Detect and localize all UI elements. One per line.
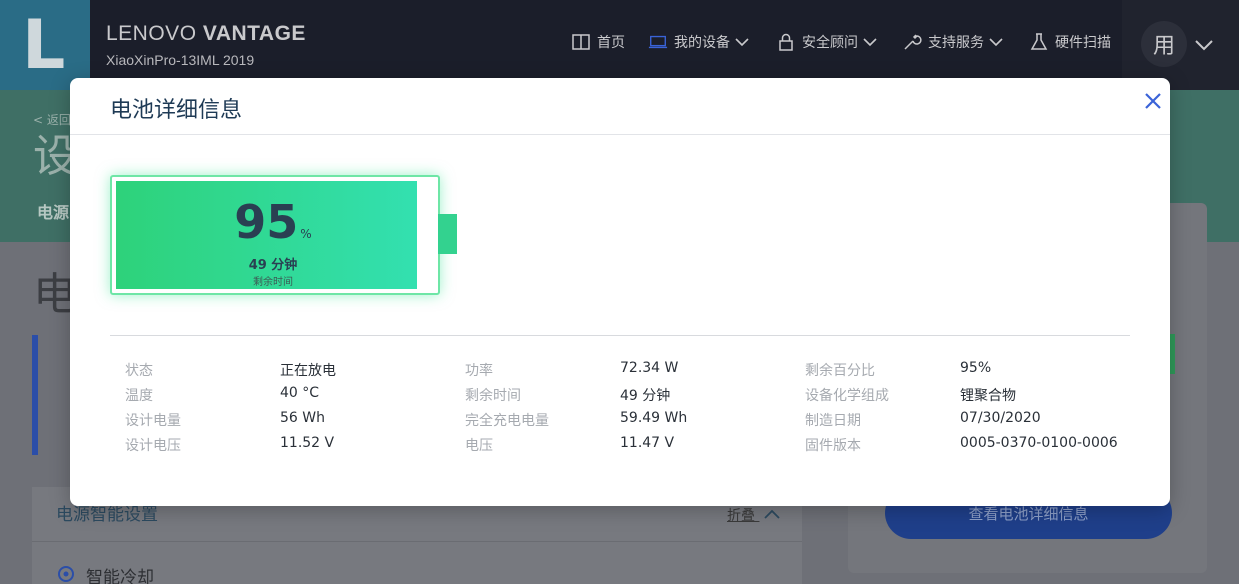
spec-value-full-charge-capacity: 59.49 Wh	[620, 410, 688, 426]
brand-bold: VANTAGE	[202, 22, 306, 45]
chevron-down-icon	[735, 38, 749, 47]
spec-value-manufacture-date: 07/30/2020	[960, 410, 1041, 426]
battery-remaining-label: 剩余时间	[253, 277, 293, 288]
logo-letter: L	[22, 6, 66, 85]
nav-support-label: 支持服务	[928, 35, 984, 51]
battery-percent-unit: %	[300, 227, 312, 241]
nav-my-device[interactable]: 我的设备	[648, 32, 750, 52]
back-link[interactable]: < 返回	[33, 111, 71, 128]
close-icon[interactable]	[1142, 90, 1164, 112]
spec-label-chemistry: 设备化学组成	[805, 388, 889, 404]
info-accent-bar	[32, 335, 38, 455]
spec-label-status: 状态	[125, 363, 153, 379]
spec-value-power: 72.34 W	[620, 360, 679, 376]
nav-my-device-label: 我的设备	[674, 35, 730, 51]
spec-value-design-capacity: 56 Wh	[280, 410, 325, 426]
intelligent-cooling-label: 智能冷却	[86, 568, 154, 584]
card-divider	[32, 541, 802, 542]
nav-support[interactable]: 支持服务	[902, 32, 1004, 52]
battery-graphic: 95% 49 分钟 剩余时间	[110, 175, 440, 295]
spec-label-remaining-time: 剩余时间	[465, 388, 521, 404]
spec-value-chemistry: 锂聚合物	[960, 388, 1016, 404]
spec-value-remaining-time: 49 分钟	[620, 388, 671, 404]
nav-hardware-scan-label: 硬件扫描	[1055, 35, 1111, 51]
battery-percent: 95%	[112, 195, 434, 249]
battery-details-dialog: 电池详细信息 95% 49 分钟 剩余时间 状态 正在放电 功率 72.34 W…	[70, 78, 1170, 506]
wrench-icon	[904, 34, 922, 50]
brand-title: LENOVO VANTAGE	[106, 22, 306, 46]
spec-value-remaining-percent: 95%	[960, 360, 992, 376]
battery-percent-value: 95	[234, 195, 299, 249]
spec-value-voltage: 11.47 V	[620, 435, 675, 451]
spec-label-temperature: 温度	[125, 388, 153, 404]
avatar[interactable]: 用	[1141, 21, 1187, 67]
book-icon	[572, 34, 590, 50]
specs-divider	[110, 335, 1130, 336]
spec-value-design-voltage: 11.52 V	[280, 435, 335, 451]
brand-light: LENOVO	[106, 22, 197, 45]
app-logo[interactable]: L	[0, 0, 90, 90]
nav-home-label: 首页	[597, 35, 625, 51]
fold-label: 折叠	[727, 508, 755, 524]
spec-value-temperature: 40 °C	[280, 385, 320, 401]
nav-home[interactable]: 首页	[571, 32, 625, 52]
fold-link[interactable]: 折叠	[727, 505, 781, 525]
dialog-header-divider	[70, 134, 1170, 135]
chevron-down-icon[interactable]	[1193, 38, 1215, 52]
spec-label-design-capacity: 设计电量	[125, 413, 181, 429]
battery-terminal	[438, 214, 457, 254]
spec-value-status: 正在放电	[280, 363, 336, 379]
spec-label-remaining-percent: 剩余百分比	[805, 363, 875, 379]
spec-value-firmware-version: 0005-0370-0100-0006	[960, 435, 1118, 451]
nav-security[interactable]: 安全顾问	[776, 32, 878, 52]
nav-security-label: 安全顾问	[802, 35, 858, 51]
flask-icon	[1030, 33, 1048, 50]
hero-tab[interactable]: 电源	[37, 199, 69, 223]
spec-label-manufacture-date: 制造日期	[805, 413, 861, 429]
chevron-up-icon	[764, 509, 781, 519]
dialog-title: 电池详细信息	[110, 98, 243, 123]
cooling-icon	[58, 566, 74, 582]
spec-label-power: 功率	[465, 363, 493, 379]
spec-label-firmware-version: 固件版本	[805, 438, 861, 454]
device-model: XiaoXinPro-13IML 2019	[106, 52, 255, 68]
spec-label-design-voltage: 设计电压	[125, 438, 181, 454]
spec-label-voltage: 电压	[465, 438, 493, 454]
nav-hardware-scan[interactable]: 硬件扫描	[1029, 32, 1111, 52]
lock-icon	[779, 33, 793, 51]
chevron-down-icon	[989, 38, 1003, 47]
battery-remaining-time: 49 分钟	[248, 258, 298, 273]
chevron-down-icon	[863, 38, 877, 47]
laptop-icon	[648, 35, 668, 49]
spec-label-full-charge-capacity: 完全充电电量	[465, 413, 549, 429]
